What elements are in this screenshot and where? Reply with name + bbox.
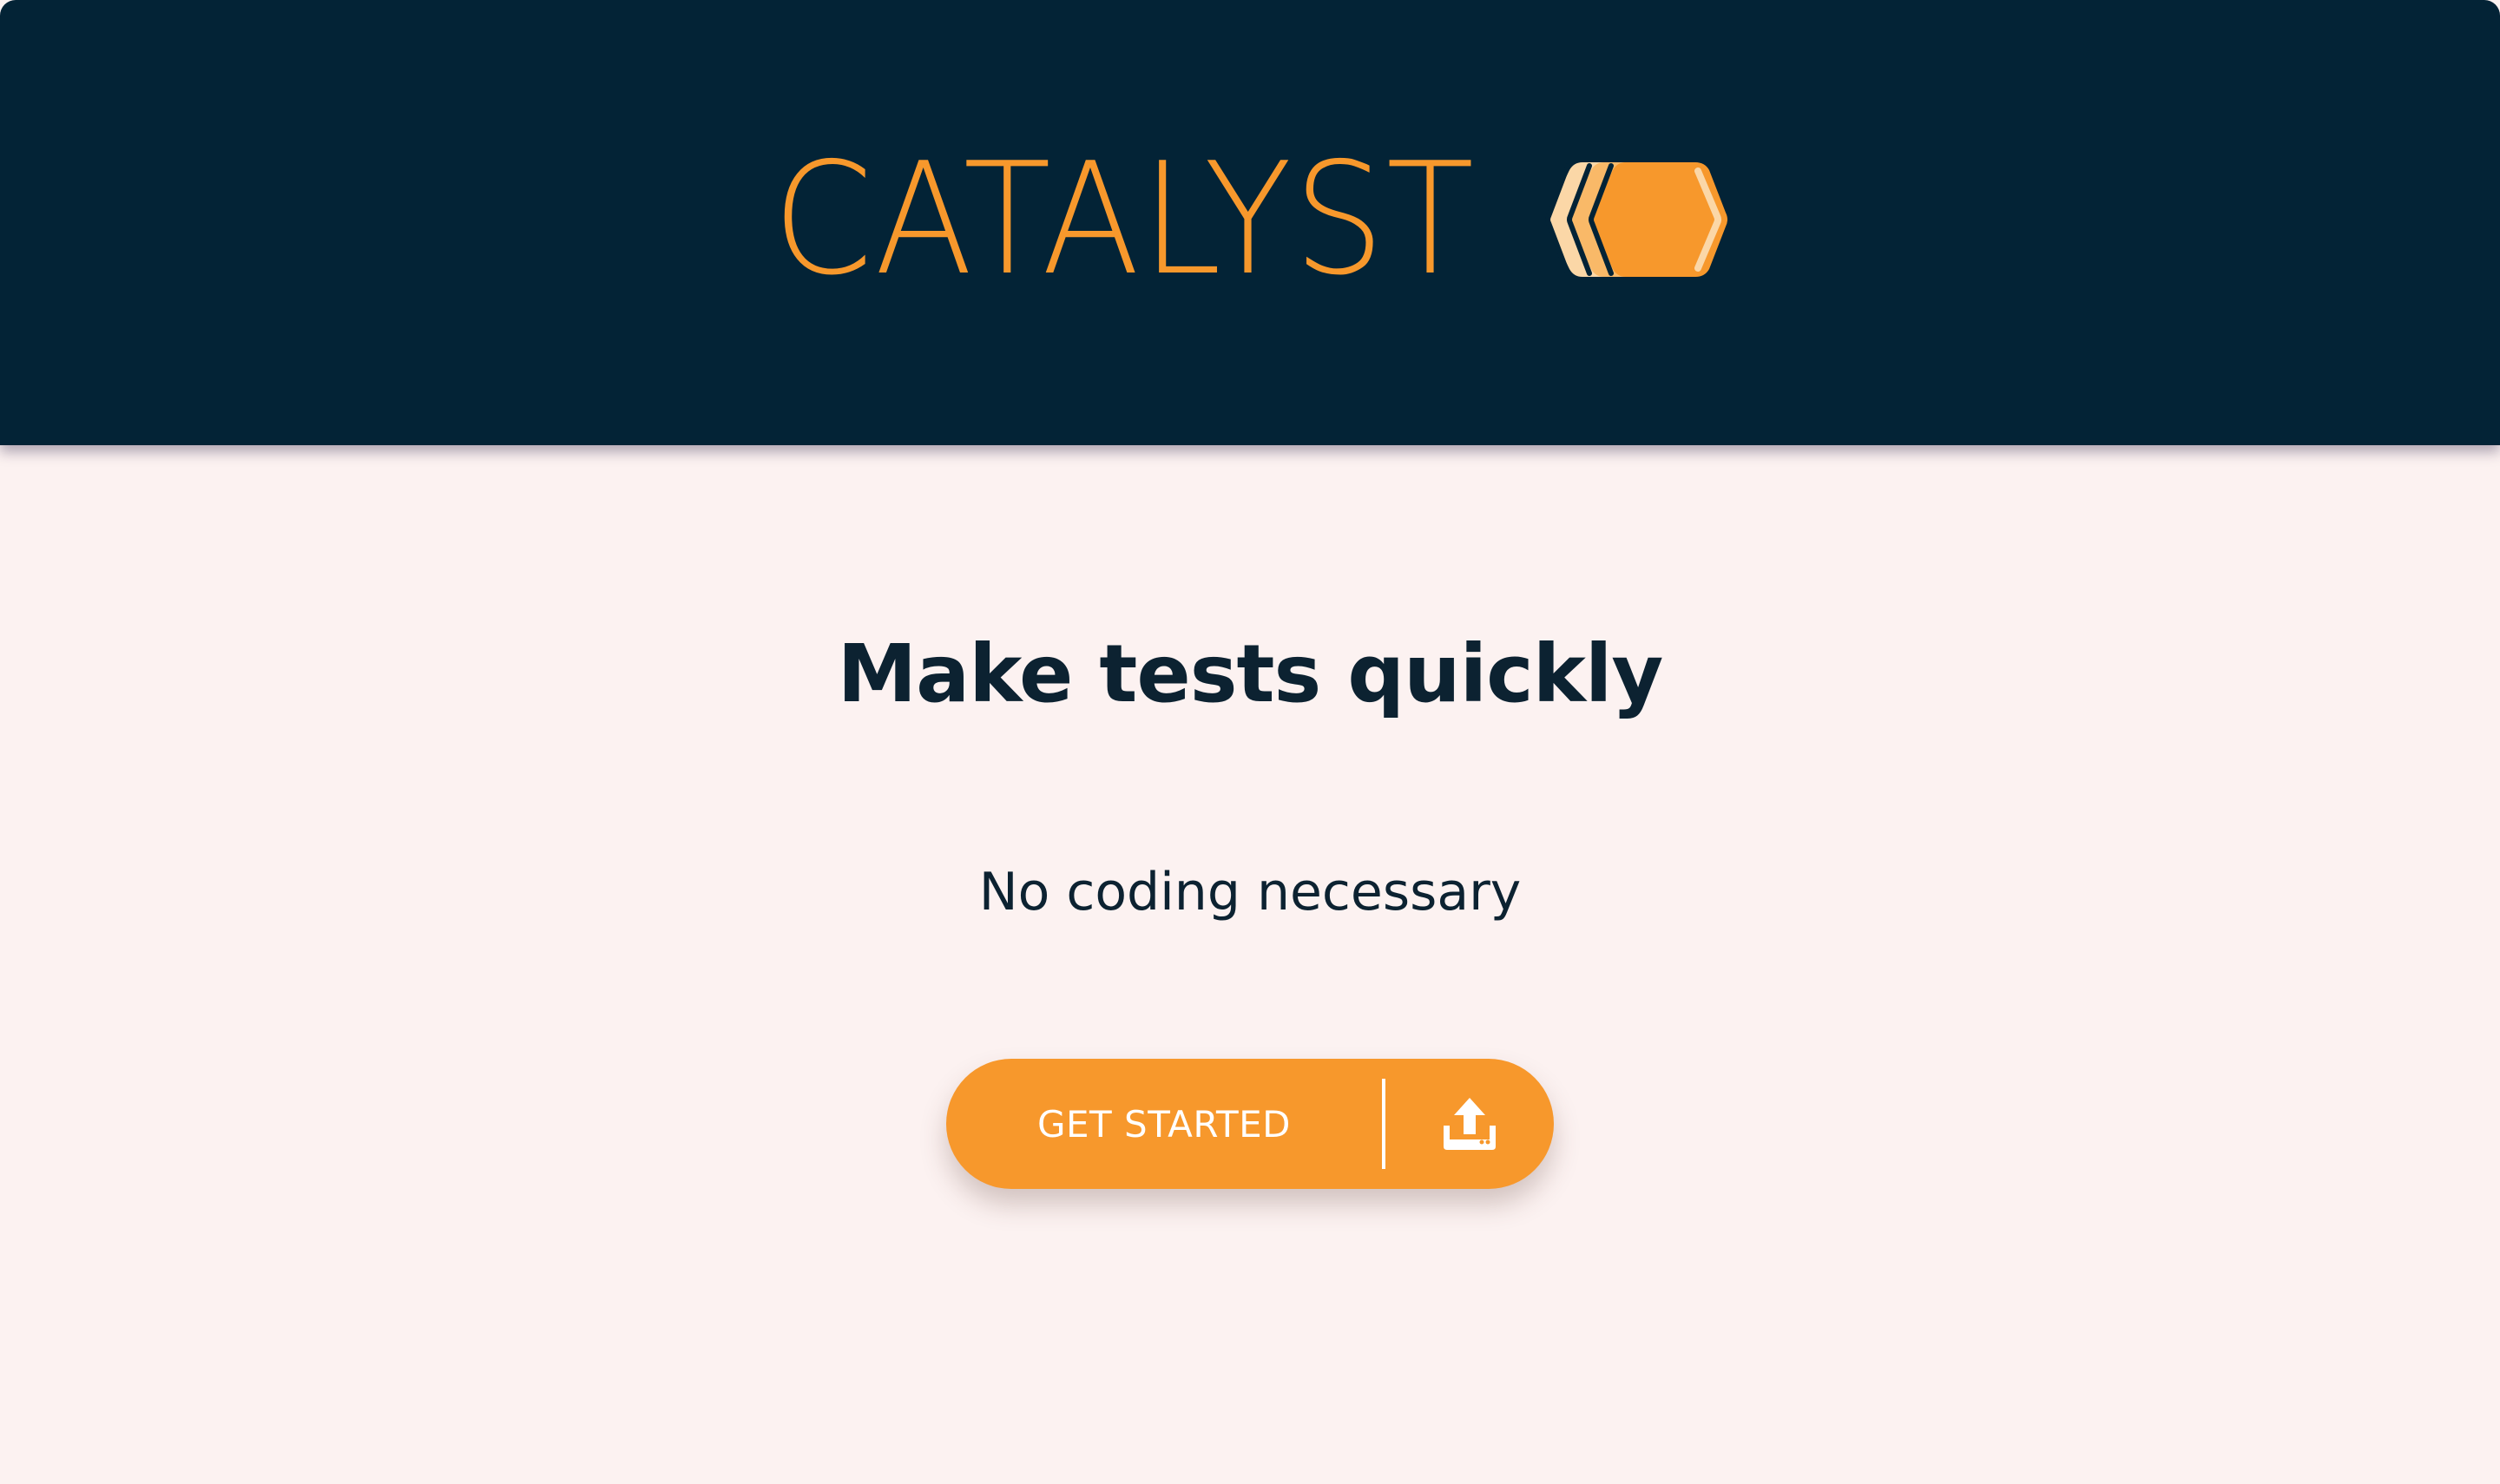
top-banner: CATALYST <box>0 0 2500 445</box>
hexagon-chevron-logo-icon <box>1545 162 1727 277</box>
brand-name: CATALYST <box>773 129 1476 309</box>
get-started-label: GET STARTED <box>1036 1102 1292 1146</box>
app-window: CATALYST Make tests quickly No coding ne… <box>0 0 2500 1484</box>
hero-section: Make tests quickly No coding necessary G… <box>0 445 2500 1484</box>
get-started-button[interactable]: GET STARTED <box>946 1059 1554 1189</box>
page-subtitle: No coding necessary <box>978 862 1522 923</box>
upload-icon <box>1385 1059 1554 1189</box>
page-title: Make tests quickly <box>837 627 1664 720</box>
brand-logo[interactable]: CATALYST <box>773 142 1730 297</box>
